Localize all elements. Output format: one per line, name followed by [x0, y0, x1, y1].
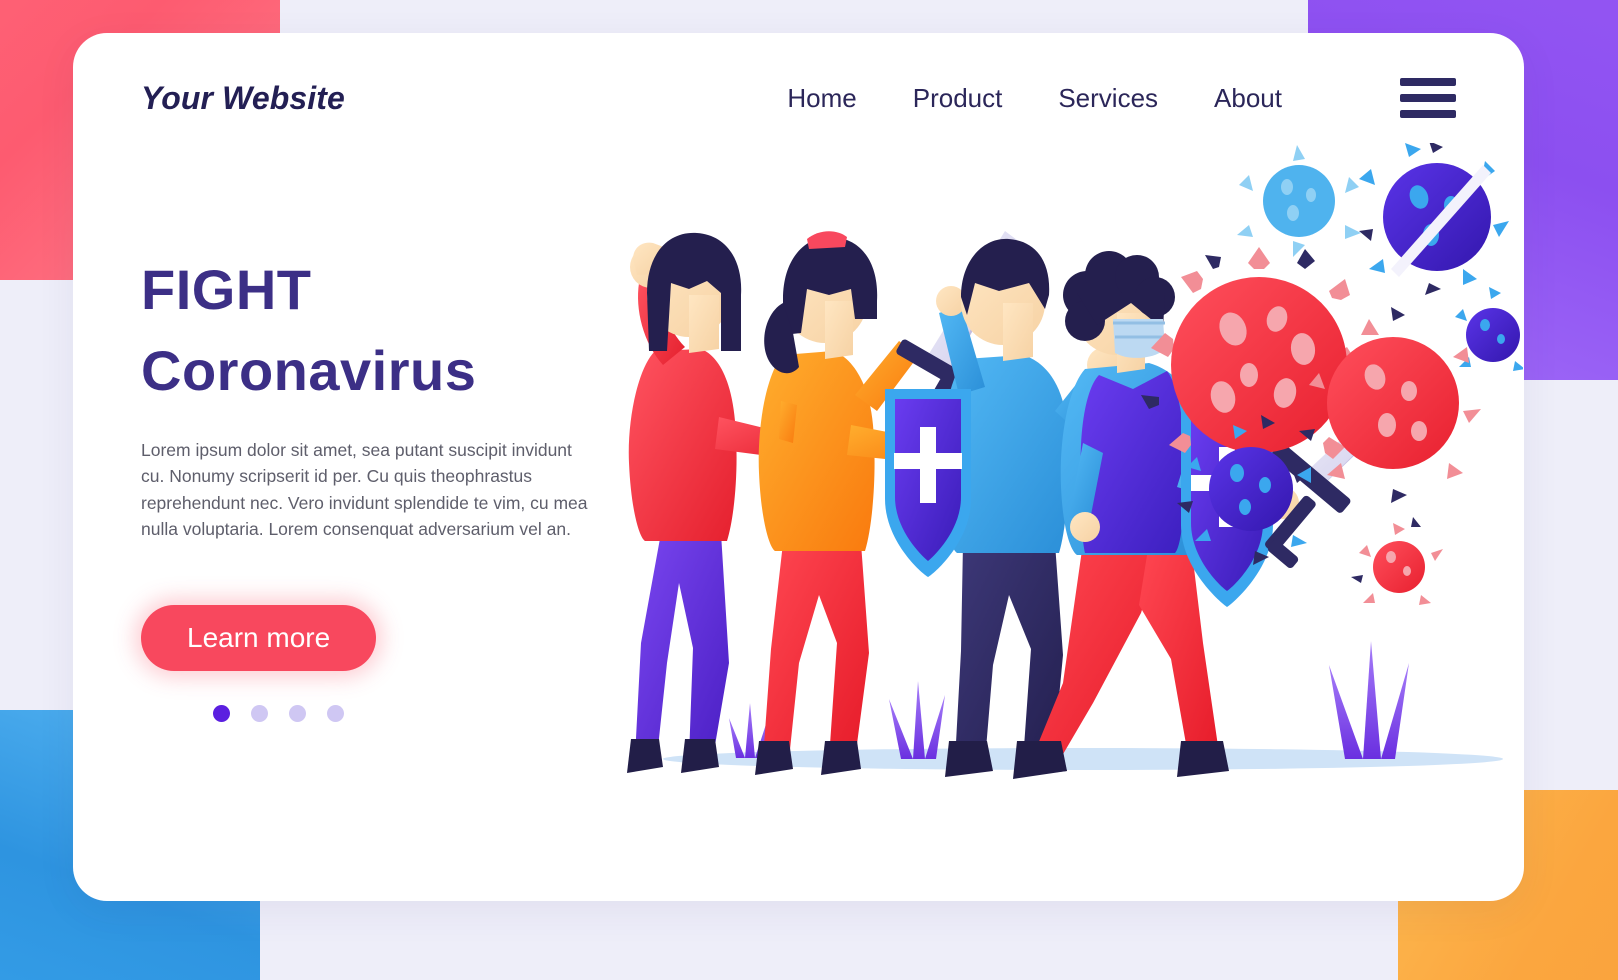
nav-item-about[interactable]: About: [1214, 83, 1282, 114]
nav-item-services[interactable]: Services: [1058, 83, 1158, 114]
site-logo[interactable]: Your Website: [141, 80, 345, 117]
nav-item-product[interactable]: Product: [913, 83, 1003, 114]
hero-description: Lorem ipsum dolor sit amet, sea putant s…: [141, 439, 588, 540]
virus-blue-cyan: [1237, 145, 1361, 257]
hamburger-bar-3: [1400, 110, 1456, 118]
cta-container: Learn more: [141, 604, 661, 671]
hamburger-bar-1: [1400, 78, 1456, 86]
carousel-dot-3[interactable]: [289, 704, 306, 722]
carousel-dot-4[interactable]: [327, 704, 344, 722]
page-title-line-1: FIGHT: [141, 258, 312, 321]
carousel-dot-1[interactable]: [213, 704, 230, 722]
nav-item-home[interactable]: Home: [787, 83, 856, 114]
carousel-dot-2[interactable]: [251, 704, 268, 722]
learn-more-button[interactable]: Learn more: [141, 604, 377, 671]
virus-red-small: [1351, 517, 1443, 605]
main-navigation: Home Product Services About: [787, 78, 1456, 118]
grass-tuft-mid: [889, 681, 945, 759]
hamburger-bar-2: [1400, 94, 1456, 102]
page-title-line-2: Coronavirus: [141, 338, 477, 402]
hero-card: Your Website Home Product Services About…: [73, 33, 1524, 901]
virus-purple-big: [1359, 143, 1509, 295]
hamburger-icon[interactable]: [1400, 78, 1456, 118]
grass-tuft-right: [1329, 641, 1409, 759]
hero-copy-column: FIGHT Coronavirus Lorem ipsum dolor sit …: [141, 258, 661, 722]
people-fighting-coronavirus-illustration: [593, 143, 1523, 843]
